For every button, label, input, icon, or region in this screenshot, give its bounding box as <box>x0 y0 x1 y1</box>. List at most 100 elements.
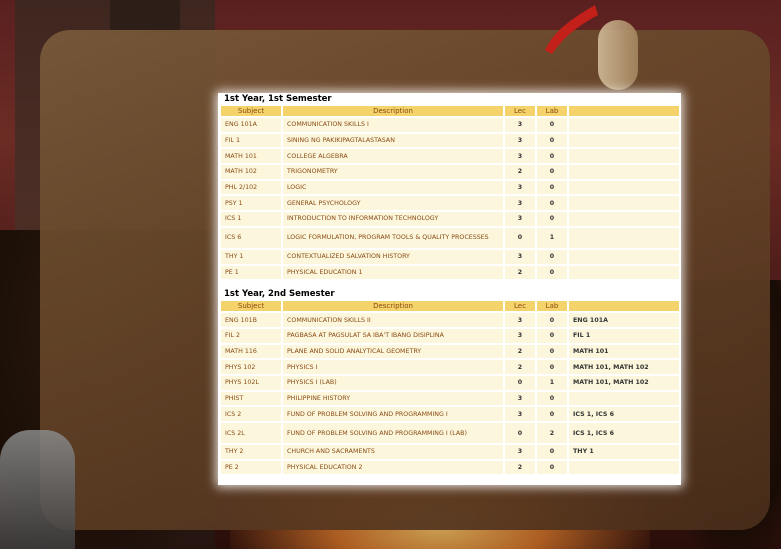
prerequisite-cell <box>569 249 679 264</box>
table-header-row: Subject Description Lec Lab <box>221 106 679 116</box>
subject-cell: PE 1 <box>221 265 281 280</box>
table-row: PHYS 102 PHYSICS I 2 0 MATH 101, MATH 102 <box>221 360 679 374</box>
lec-cell: 3 <box>505 212 535 226</box>
prerequisite-cell: FIL 1 <box>569 328 679 343</box>
description-cell: COLLEGE ALGEBRA <box>283 149 503 164</box>
table-row: FIL 1 SINING NG PAKIKIPAGTALASTASAN 3 0 <box>221 133 679 148</box>
lab-cell: 0 <box>537 196 567 211</box>
lab-cell: 0 <box>537 212 567 226</box>
description-cell: COMMUNICATION SKILLS I <box>283 118 503 132</box>
prerequisite-cell <box>569 165 679 179</box>
lab-cell: 0 <box>537 407 567 421</box>
table-header-row: Subject Description Lec Lab <box>221 301 679 312</box>
prerequisite-cell <box>569 180 679 195</box>
prerequisite-cell <box>569 149 679 164</box>
column-header-description: Description <box>283 301 503 312</box>
lab-cell: 0 <box>537 180 567 195</box>
description-cell: PHYSICS I (LAB) <box>283 375 503 390</box>
semester-table: Subject Description Lec Lab ENG 101A COMM… <box>219 104 681 281</box>
table-row: PHL 2/102 LOGIC 3 0 <box>221 180 679 195</box>
lab-cell: 0 <box>537 149 567 164</box>
subject-cell: PE 2 <box>221 460 281 475</box>
subject-cell: MATH 116 <box>221 344 281 359</box>
subject-cell: PHYS 102 <box>221 360 281 374</box>
subject-cell: THY 1 <box>221 249 281 264</box>
table-row: FIL 2 PAGBASA AT PAGSULAT SA IBA'T IBANG … <box>221 328 679 343</box>
lec-cell: 3 <box>505 149 535 164</box>
table-row: THY 2 CHURCH AND SACRAMENTS 3 0 THY 1 <box>221 445 679 459</box>
lec-cell: 3 <box>505 313 535 327</box>
table-row: PSY 1 GENERAL PSYCHOLOGY 3 0 <box>221 196 679 211</box>
lab-cell: 1 <box>537 375 567 390</box>
description-cell: SINING NG PAKIKIPAGTALASTASAN <box>283 133 503 148</box>
description-cell: LOGIC <box>283 180 503 195</box>
lec-cell: 3 <box>505 328 535 343</box>
description-cell: GENERAL PSYCHOLOGY <box>283 196 503 211</box>
lab-cell: 0 <box>537 360 567 374</box>
prerequisite-cell: MATH 101, MATH 102 <box>569 360 679 374</box>
column-header-lab: Lab <box>537 106 567 116</box>
subject-cell: PSY 1 <box>221 196 281 211</box>
prerequisite-cell: ICS 1, ICS 6 <box>569 423 679 443</box>
subject-cell: ICS 2L <box>221 423 281 443</box>
lec-cell: 2 <box>505 360 535 374</box>
lec-cell: 3 <box>505 133 535 148</box>
subject-cell: PHYS 102L <box>221 375 281 390</box>
ribbon-decoration <box>545 5 598 54</box>
subject-cell: ENG 101A <box>221 118 281 132</box>
table-body: ENG 101B COMMUNICATION SKILLS II 3 0 ENG 101… <box>221 313 679 475</box>
lec-cell: 2 <box>505 344 535 359</box>
prerequisite-cell <box>569 391 679 406</box>
table-row: ICS 6 LOGIC FORMULATION, PROGRAM TOOLS & … <box>221 227 679 248</box>
table-row: PHIST PHILIPPINE HISTORY 3 0 <box>221 391 679 406</box>
table-row: MATH 116 PLANE AND SOLID ANALYTICAL GEOME… <box>221 344 679 359</box>
table-row: ICS 2 FUND OF PROBLEM SOLVING AND PROGRAM… <box>221 407 679 421</box>
table-row: THY 1 CONTEXTUALIZED SALVATION HISTORY 3 0 <box>221 249 679 264</box>
lab-cell: 0 <box>537 445 567 459</box>
curriculum-panel: 1st Year, 1st Semester Subject Descripti… <box>218 93 681 485</box>
lab-cell: 0 <box>537 133 567 148</box>
semester-table: Subject Description Lec Lab ENG 101B COMM… <box>219 299 681 476</box>
lab-cell: 0 <box>537 313 567 327</box>
description-cell: PAGBASA AT PAGSULAT SA IBA'T IBANG DISIP… <box>283 328 503 343</box>
lab-cell: 0 <box>537 344 567 359</box>
prerequisite-cell <box>569 133 679 148</box>
lec-cell: 0 <box>505 423 535 443</box>
subject-cell: THY 2 <box>221 445 281 459</box>
lab-cell: 0 <box>537 265 567 280</box>
subject-cell: MATH 101 <box>221 149 281 164</box>
table-row: MATH 101 COLLEGE ALGEBRA 3 0 <box>221 149 679 164</box>
prerequisite-cell <box>569 118 679 132</box>
lec-cell: 0 <box>505 375 535 390</box>
lec-cell: 2 <box>505 265 535 280</box>
prerequisite-cell <box>569 265 679 280</box>
table-row: PE 1 PHYSICAL EDUCATION 120 <box>221 265 679 280</box>
lab-cell: 2 <box>537 423 567 443</box>
table-row: ICS 2L FUND OF PROBLEM SOLVING AND PROGRA… <box>221 423 679 443</box>
prerequisite-cell: THY 1 <box>569 445 679 459</box>
lab-cell: 0 <box>537 165 567 179</box>
lec-cell: 2 <box>505 460 535 475</box>
table-row: ENG 101A COMMUNICATION SKILLS I30 <box>221 118 679 132</box>
lec-cell: 0 <box>505 227 535 248</box>
lab-cell: 0 <box>537 118 567 132</box>
subject-cell: PHIST <box>221 391 281 406</box>
column-header-subject: Subject <box>221 301 281 312</box>
table-row: PHYS 102L PHYSICS I (LAB) 0 1 MATH 101, MATH… <box>221 375 679 390</box>
lab-cell: 0 <box>537 328 567 343</box>
prerequisite-cell: MATH 101, MATH 102 <box>569 375 679 390</box>
description-cell: CHURCH AND SACRAMENTS <box>283 445 503 459</box>
column-header-lec: Lec <box>505 106 535 116</box>
column-header-prereq <box>569 301 679 312</box>
description-cell: LOGIC FORMULATION, PROGRAM TOOLS & QUALI… <box>283 227 503 248</box>
lec-cell: 3 <box>505 180 535 195</box>
prerequisite-cell <box>569 212 679 226</box>
lab-cell: 0 <box>537 460 567 475</box>
description-cell: COMMUNICATION SKILLS II <box>283 313 503 327</box>
lec-cell: 3 <box>505 118 535 132</box>
table-row: ENG 101B COMMUNICATION SKILLS II 3 0 ENG 101… <box>221 313 679 327</box>
lab-cell: 1 <box>537 227 567 248</box>
scroll-roll <box>598 20 638 90</box>
statue-image <box>0 430 75 549</box>
column-header-prereq <box>569 106 679 116</box>
